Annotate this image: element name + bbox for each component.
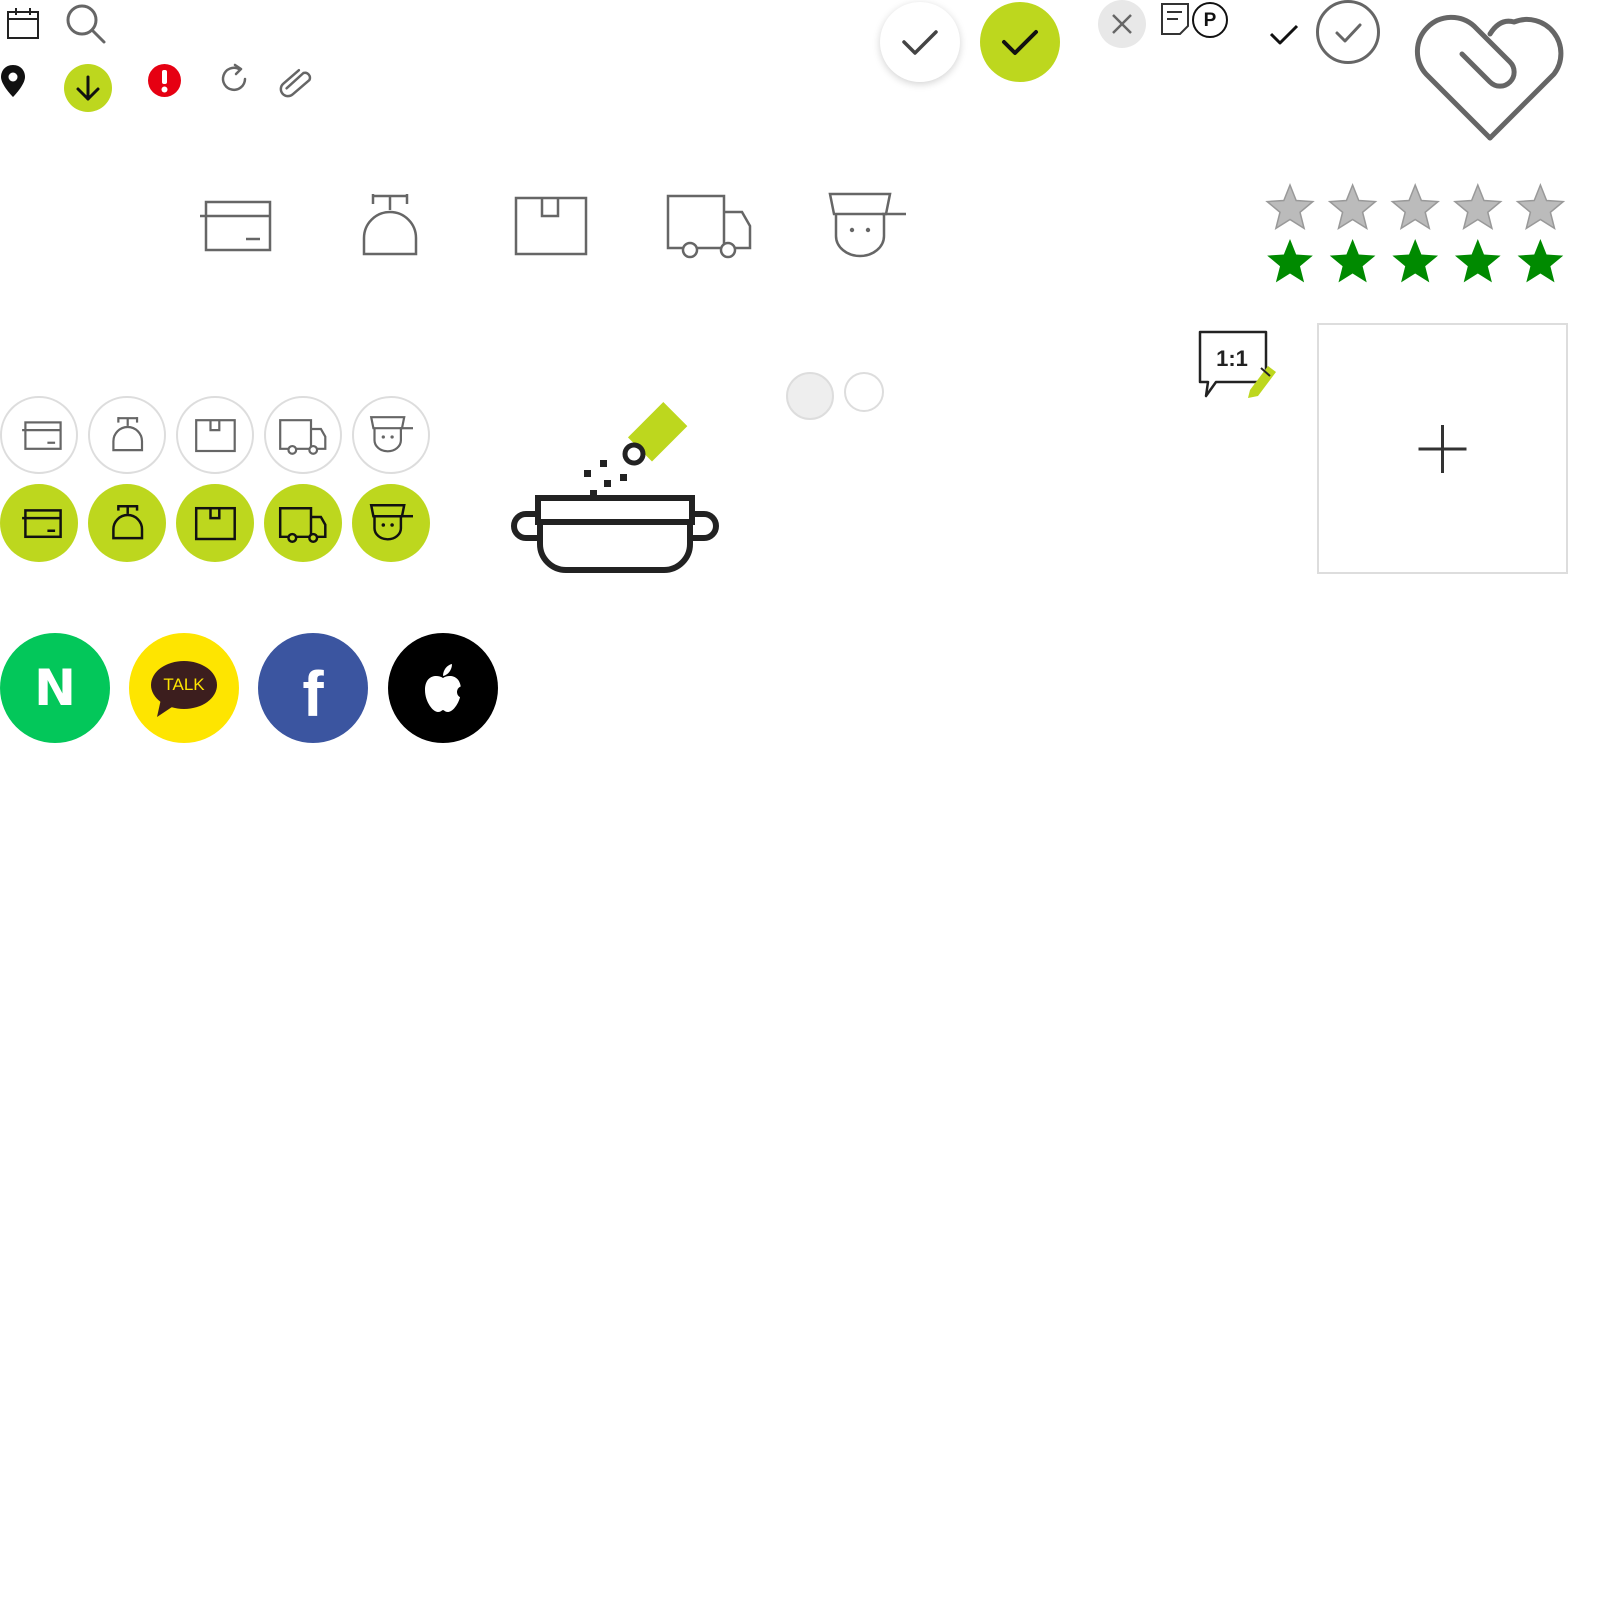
star-empty-icon[interactable] xyxy=(1515,182,1566,231)
step-scale-outline[interactable] xyxy=(88,396,166,474)
one-to-one-chat-icon[interactable]: 1:1 xyxy=(1198,330,1280,404)
box-icon xyxy=(512,194,590,258)
apple-login-button[interactable] xyxy=(388,633,498,743)
cooking-pot-icon xyxy=(511,396,724,578)
close-circle-icon[interactable] xyxy=(1098,0,1146,48)
heart-clip-icon[interactable] xyxy=(1414,12,1566,144)
step-card-outline[interactable] xyxy=(0,396,78,474)
kakao-label: TALK xyxy=(163,674,205,694)
step-box-outline[interactable] xyxy=(176,396,254,474)
calendar-icon[interactable] xyxy=(6,6,40,40)
document-icon xyxy=(1160,2,1190,36)
star-filled-icon[interactable] xyxy=(1392,239,1439,283)
alert-icon xyxy=(148,64,181,97)
step-card-active[interactable] xyxy=(0,484,78,562)
refresh-icon[interactable] xyxy=(218,62,252,96)
facebook-login-button[interactable]: f xyxy=(258,633,368,743)
check-circle-accent-icon[interactable] xyxy=(980,2,1060,82)
chat-label: 1:1 xyxy=(1216,346,1248,371)
chef-icon xyxy=(826,190,908,262)
naver-login-button[interactable]: N xyxy=(0,633,110,743)
kakao-login-button[interactable]: TALK xyxy=(129,633,239,743)
card-icon xyxy=(198,194,274,258)
point-icon: P xyxy=(1192,2,1228,38)
check-circle-outline-icon[interactable] xyxy=(1316,0,1380,64)
step-truck-active[interactable] xyxy=(264,484,342,562)
star-filled-icon[interactable] xyxy=(1267,239,1313,283)
point-label: P xyxy=(1203,9,1217,31)
radio-filled-icon[interactable] xyxy=(786,372,834,420)
star-filled-icon[interactable] xyxy=(1454,239,1501,283)
facebook-label: f xyxy=(302,658,324,730)
star-empty-icon[interactable] xyxy=(1390,182,1440,231)
check-circle-white-icon[interactable] xyxy=(880,2,960,82)
step-chef-active[interactable] xyxy=(352,484,430,562)
truck-icon xyxy=(664,192,756,262)
search-icon[interactable] xyxy=(64,2,108,46)
download-icon[interactable] xyxy=(64,64,112,112)
star-empty-icon[interactable] xyxy=(1327,182,1378,231)
rating-filled xyxy=(1264,238,1568,286)
naver-label: N xyxy=(34,659,76,717)
scale-icon xyxy=(356,192,424,258)
step-truck-outline[interactable] xyxy=(264,396,342,474)
star-empty-icon[interactable] xyxy=(1453,182,1503,231)
step-box-active[interactable] xyxy=(176,484,254,562)
paperclip-icon[interactable] xyxy=(279,64,314,98)
step-scale-active[interactable] xyxy=(88,484,166,562)
star-filled-icon[interactable] xyxy=(1329,239,1376,283)
check-icon[interactable] xyxy=(1268,20,1300,48)
add-image-icon[interactable] xyxy=(1317,323,1568,574)
apple-icon xyxy=(425,664,469,712)
star-empty-icon[interactable] xyxy=(1265,182,1315,231)
star-filled-icon[interactable] xyxy=(1517,239,1564,283)
radio-empty-icon[interactable] xyxy=(844,372,884,412)
step-chef-outline[interactable] xyxy=(352,396,430,474)
rating-empty xyxy=(1264,182,1568,232)
location-pin-icon xyxy=(0,64,26,98)
